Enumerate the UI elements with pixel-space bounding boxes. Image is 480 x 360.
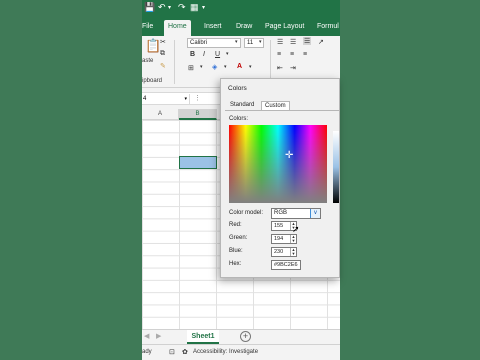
fill-color-icon[interactable]: ◈ [212, 63, 217, 71]
paste-label: aste [142, 58, 154, 64]
colors-dialog: Colors Standard Custom Colors: Color mod… [220, 78, 340, 278]
more-options-icon[interactable]: ⋮ [194, 94, 201, 102]
font-color-icon[interactable]: A [237, 63, 242, 70]
name-box-value: 4 [143, 96, 147, 102]
chevron-down-icon[interactable]: ▾ [249, 64, 252, 70]
tab-insert[interactable]: Insert [200, 20, 226, 36]
tab-file[interactable]: File [142, 20, 157, 36]
chevron-down-icon[interactable]: ▾ [184, 94, 187, 104]
save-icon[interactable]: 💾 [144, 2, 155, 13]
accessibility-icon[interactable]: ✿ [182, 348, 188, 356]
ribbon-tabs: File Home Insert Draw Page Layout Formul [142, 16, 340, 36]
colors-label: Colors: [229, 116, 249, 122]
mouse-pointer-icon: ➚ [292, 224, 300, 234]
macro-record-icon[interactable]: ⊡ [169, 348, 175, 356]
dialog-title: Colors [228, 85, 247, 92]
green-value: 194 [274, 236, 284, 242]
hex-field[interactable]: #9BC2E6 [271, 260, 301, 270]
font-size-value: 11 [247, 40, 254, 46]
quick-access-icon[interactable]: ▦ [190, 2, 199, 13]
red-label: Red: [229, 222, 242, 228]
copy-icon[interactable]: ⧉ [160, 50, 165, 58]
increase-indent-icon[interactable]: ⇥ [290, 64, 296, 72]
orientation-icon[interactable]: ↗ [318, 38, 324, 46]
tab-formulas[interactable]: Formul [313, 20, 340, 36]
tab-draw[interactable]: Draw [232, 20, 256, 36]
chevron-down-icon[interactable]: ▾ [235, 39, 238, 45]
align-bottom-icon[interactable]: ☰ [303, 37, 312, 45]
color-model-label: Color model: [229, 210, 264, 216]
clipboard-group-label: ipboard [142, 78, 163, 84]
align-middle-icon[interactable]: ☰ [290, 38, 296, 46]
add-sheet-button[interactable]: + [240, 331, 251, 342]
color-model-value: RGB [274, 210, 288, 216]
align-top-icon[interactable]: ☰ [277, 38, 283, 46]
divider [174, 40, 175, 84]
blue-label: Blue: [229, 248, 243, 254]
column-header-b[interactable]: B [179, 109, 217, 120]
font-name-field[interactable]: Calibri [187, 38, 241, 48]
sheet-tab-bar: ◀ ▶ Sheet1 + [142, 329, 340, 344]
accessibility-status[interactable]: Accessibility: Investigate [193, 349, 258, 355]
chevron-down-icon[interactable]: ▾ [224, 64, 227, 70]
undo-icon[interactable]: ↶ [158, 2, 166, 13]
format-painter-icon[interactable]: ✎ [160, 62, 166, 70]
borders-icon[interactable]: ⊞ [188, 64, 194, 72]
blue-spinner[interactable]: 230 ▲ ▼ [271, 247, 297, 257]
italic-button[interactable]: I [203, 51, 205, 58]
chevron-down-icon[interactable]: ∨ [310, 209, 320, 218]
status-bar: ady ⊡ ✿ Accessibility: Investigate [142, 344, 340, 360]
underline-button[interactable]: U [215, 51, 220, 58]
scroll-left-icon[interactable]: ◀ [144, 332, 149, 340]
tab-sheet1[interactable]: Sheet1 [187, 330, 219, 344]
color-spectrum[interactable] [229, 125, 327, 203]
status-ready: ady [142, 349, 152, 355]
hex-value: #9BC2E6 [274, 262, 298, 268]
customize-toolbar-icon[interactable]: ▾ [202, 4, 205, 11]
align-right-icon[interactable]: ≡ [303, 51, 307, 58]
color-model-select[interactable]: RGB ∨ [271, 208, 321, 219]
chevron-down-icon[interactable]: ▾ [259, 39, 262, 45]
spinner-arrows-icon[interactable]: ▲ ▼ [290, 248, 296, 256]
spinner-arrows-icon[interactable]: ▲ ▼ [290, 235, 296, 243]
red-value: 155 [274, 223, 284, 229]
chevron-down-icon[interactable]: ▾ [200, 64, 203, 70]
title-bar: 💾 ↶ ▾ ↷ ▦ ▾ [142, 0, 340, 16]
chevron-down-icon[interactable]: ▾ [226, 51, 229, 57]
tab-home[interactable]: Home [164, 20, 191, 36]
luminance-slider[interactable] [333, 131, 339, 203]
column-header-a[interactable]: A [142, 109, 179, 120]
name-box[interactable]: 4 ▾ [142, 94, 190, 104]
bold-button[interactable]: B [190, 51, 195, 58]
selected-cell[interactable] [179, 156, 217, 169]
tab-page-layout[interactable]: Page Layout [261, 20, 308, 36]
green-label: Green: [229, 235, 248, 241]
font-name-value: Calibri [190, 40, 208, 46]
scroll-right-icon[interactable]: ▶ [156, 332, 161, 340]
redo-icon[interactable]: ↷ [178, 2, 186, 13]
align-center-icon[interactable]: ≡ [290, 51, 294, 58]
align-left-icon[interactable]: ≡ [277, 51, 281, 58]
undo-dropdown-icon[interactable]: ▾ [168, 4, 171, 11]
hex-label: Hex: [229, 261, 242, 267]
paste-icon[interactable]: 📋 [145, 38, 161, 54]
crosshair-icon: ✛ [285, 150, 294, 161]
green-spinner[interactable]: 194 ▲ ▼ [271, 234, 297, 244]
decrease-indent-icon[interactable]: ⇤ [277, 64, 283, 72]
blue-value: 230 [274, 249, 284, 255]
cut-icon[interactable]: ✂ [160, 38, 166, 46]
